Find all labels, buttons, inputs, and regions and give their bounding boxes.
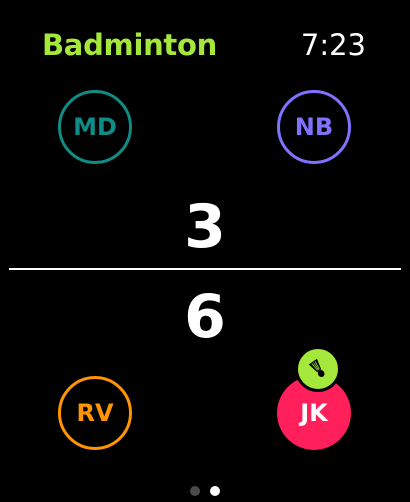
score-bottom-team[interactable]: 6 [0, 285, 410, 349]
app-title: Badminton [42, 28, 217, 62]
player-avatar-bottom-left[interactable]: RV [58, 376, 132, 450]
page-indicator [0, 486, 410, 496]
score-top-team[interactable]: 3 [0, 195, 410, 259]
player-avatar-top-right[interactable]: NB [277, 90, 351, 164]
clock: 7:23 [300, 28, 366, 62]
player-initials: MD [73, 113, 117, 141]
page-dot-1[interactable] [190, 486, 200, 496]
player-avatar-top-left[interactable]: MD [58, 90, 132, 164]
page-dot-2[interactable] [210, 486, 220, 496]
player-initials: JK [300, 399, 328, 427]
score-divider [9, 268, 401, 270]
player-initials: NB [294, 113, 334, 141]
serve-indicator-badge [295, 346, 341, 392]
player-initials: RV [76, 399, 114, 427]
shuttlecock-icon [308, 358, 325, 377]
